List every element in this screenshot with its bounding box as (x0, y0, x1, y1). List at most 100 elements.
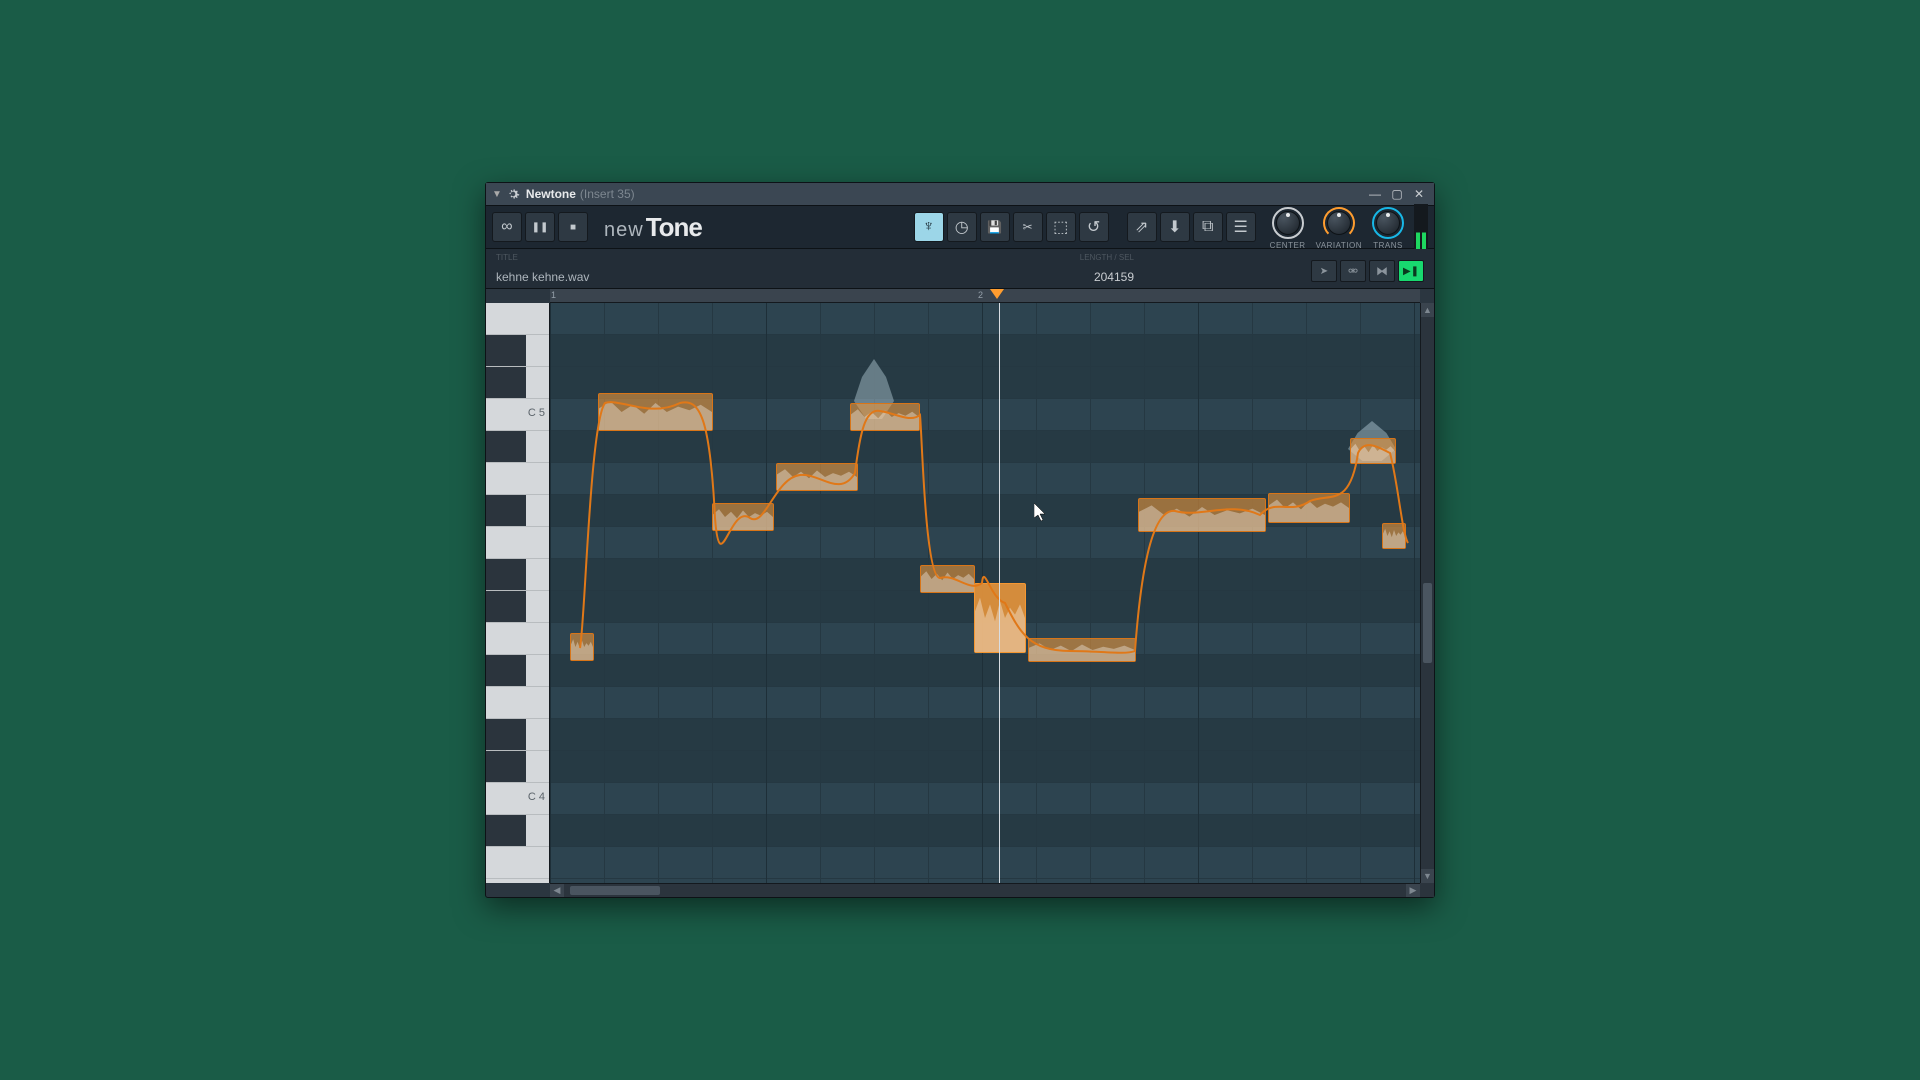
pitch-note[interactable] (598, 393, 713, 431)
piano-key[interactable] (486, 847, 549, 879)
play-button[interactable]: ▶❚ (1398, 260, 1424, 282)
loop-button[interactable]: ∞ (492, 212, 522, 242)
vertical-scrollbar[interactable]: ▲ ▼ (1420, 303, 1434, 883)
paste-button[interactable]: ☰ (1226, 212, 1256, 242)
select-button[interactable]: ⬚ (1046, 212, 1076, 242)
grid-row (550, 783, 1420, 815)
maximize-button[interactable]: ▢ (1388, 187, 1406, 201)
export-button[interactable]: ⬇ (1160, 212, 1190, 242)
piano-key[interactable] (486, 687, 549, 719)
menu-caret-icon[interactable]: ▼ (492, 189, 502, 200)
logo: newTone (604, 212, 702, 243)
scroll-corner (1420, 883, 1434, 897)
note-waveform (1351, 439, 1395, 463)
tool-glue-button[interactable]: ⚮ (1340, 260, 1366, 282)
gear-icon[interactable] (506, 187, 520, 201)
knob-area: CENTER VARIATION TRANS (1270, 205, 1404, 250)
horizontal-scrollbar[interactable]: ◀ ▶ (550, 883, 1420, 897)
piano-key[interactable] (486, 559, 549, 591)
select-icon: ⬚ (1053, 217, 1068, 237)
piano-key[interactable] (486, 431, 549, 463)
copy-icon: ⧉ (1202, 218, 1213, 236)
pitch-note[interactable] (776, 463, 858, 491)
pitch-note[interactable] (1382, 523, 1406, 549)
piano-key[interactable] (486, 623, 549, 655)
piano-key[interactable] (486, 367, 549, 399)
pitch-note[interactable] (1138, 498, 1266, 532)
vscroll-thumb[interactable] (1423, 583, 1432, 663)
piano-key[interactable]: C 5 (486, 399, 549, 431)
undo-button[interactable]: ↺ (1079, 212, 1109, 242)
send-button[interactable]: ⇗ (1127, 212, 1157, 242)
grid-row (550, 751, 1420, 783)
pitch-note[interactable] (1350, 438, 1396, 464)
cut-button[interactable]: ✂ (1013, 212, 1043, 242)
scroll-down-button[interactable]: ▼ (1421, 869, 1434, 883)
stop-button[interactable]: ■ (558, 212, 588, 242)
pitch-note[interactable] (712, 503, 774, 531)
piano-roll-keys[interactable]: C 5 C 4 (486, 303, 550, 883)
note-waveform (1383, 524, 1405, 548)
grid-row (550, 847, 1420, 879)
pitch-note[interactable] (570, 633, 594, 661)
grid-vline (1360, 303, 1361, 883)
play-icon: ▶❚ (1403, 266, 1419, 277)
undo-icon: ↺ (1087, 217, 1100, 237)
grid-vline (604, 303, 605, 883)
pitch-note[interactable] (1028, 638, 1136, 662)
pitch-note[interactable] (920, 565, 975, 593)
piano-key[interactable] (486, 815, 549, 847)
toolbar: ∞ ❚❚ ■ newTone ♆ ◷ 💾 ✂ ⬚ ↺ ⇗ ⬇ ⧉ ☰ CE (486, 205, 1434, 249)
note-waveform (1269, 494, 1349, 522)
scroll-right-button[interactable]: ▶ (1406, 884, 1420, 897)
minimize-button[interactable]: — (1366, 187, 1384, 201)
hscroll-thumb[interactable] (570, 886, 660, 895)
playhead-line[interactable] (999, 303, 1000, 883)
piano-key[interactable] (486, 719, 549, 751)
loop-icon: ∞ (501, 218, 512, 236)
scroll-up-button[interactable]: ▲ (1421, 303, 1434, 317)
pitch-note[interactable] (974, 583, 1026, 653)
piano-key[interactable] (486, 751, 549, 783)
piano-key[interactable] (486, 335, 549, 367)
playhead-marker-icon[interactable] (990, 289, 1004, 299)
note-waveform (777, 464, 857, 490)
piano-key[interactable] (486, 591, 549, 623)
pitch-note[interactable] (1268, 493, 1350, 523)
piano-key[interactable] (486, 303, 549, 335)
grid-vline (1306, 303, 1307, 883)
title-label: TITLE (496, 253, 518, 262)
piano-key[interactable] (486, 655, 549, 687)
copy-button[interactable]: ⧉ (1193, 212, 1223, 242)
tool-link-button[interactable]: ⧓ (1369, 260, 1395, 282)
pitch-mode-button[interactable]: ♆ (914, 212, 944, 242)
titlebar[interactable]: ▼ Newtone (Insert 35) — ▢ ✕ (486, 183, 1434, 205)
piano-key[interactable] (486, 463, 549, 495)
tuningfork-icon: ♆ (923, 218, 935, 236)
export-icon: ⬇ (1168, 217, 1181, 237)
center-knob[interactable] (1272, 207, 1304, 239)
save-button[interactable]: 💾 (980, 212, 1010, 242)
piano-key[interactable]: C 4 (486, 783, 549, 815)
scroll-left-button[interactable]: ◀ (550, 884, 564, 897)
variation-knob[interactable] (1323, 207, 1355, 239)
tool-arrow-button[interactable]: ➤ (1311, 260, 1337, 282)
pitch-note[interactable] (850, 403, 920, 431)
note-grid[interactable] (550, 303, 1420, 883)
note-waveform (713, 504, 773, 530)
ruler-mark: 1 (551, 290, 556, 300)
timeline-ruler[interactable]: 12 (550, 289, 1420, 303)
pause-button[interactable]: ❚❚ (525, 212, 555, 242)
grid-vline (928, 303, 929, 883)
piano-key[interactable] (486, 527, 549, 559)
close-button[interactable]: ✕ (1410, 187, 1428, 201)
editor-area: C 5 C 4 ▲ ▼ (486, 303, 1434, 883)
grid-vline (658, 303, 659, 883)
filename[interactable]: kehne kehne.wav (496, 270, 589, 284)
time-mode-button[interactable]: ◷ (947, 212, 977, 242)
piano-key[interactable] (486, 495, 549, 527)
grid-vline (712, 303, 713, 883)
trans-knob[interactable] (1372, 207, 1404, 239)
note-waveform (1029, 639, 1135, 661)
grid-vline (1036, 303, 1037, 883)
